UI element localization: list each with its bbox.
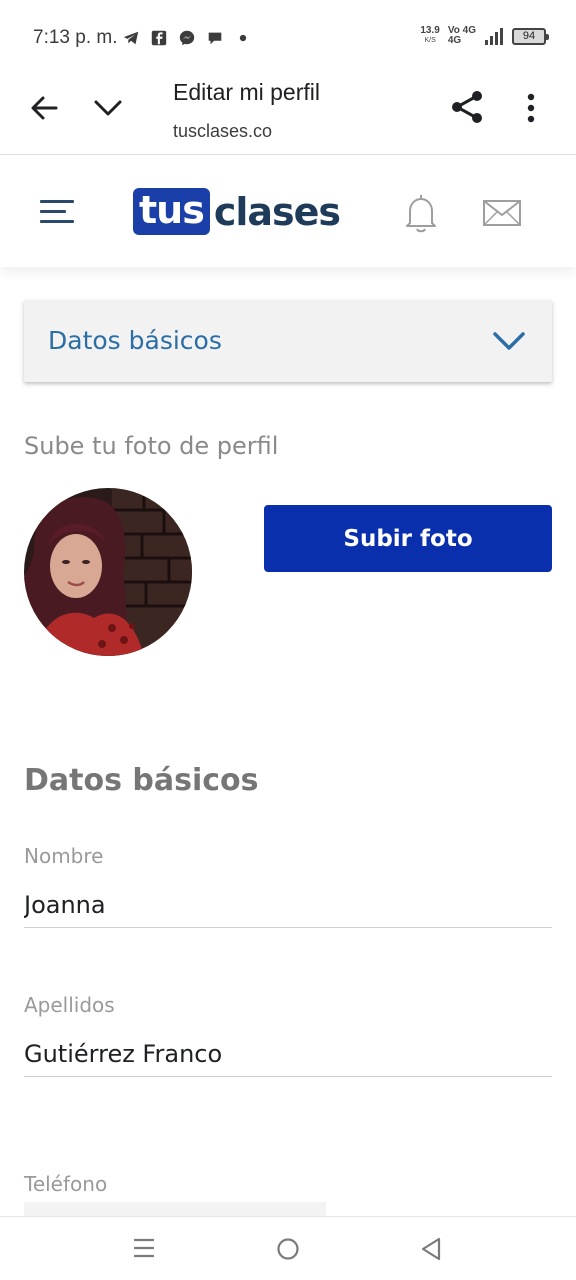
notification-icons: [122, 27, 252, 49]
share-icon[interactable]: [448, 88, 486, 126]
home-icon[interactable]: [276, 1237, 300, 1261]
signal-icon: [485, 28, 503, 45]
avatar: [24, 488, 192, 656]
mail-icon[interactable]: [482, 199, 522, 227]
phone-field[interactable]: [24, 1202, 326, 1216]
last-name-label: Apellidos: [24, 993, 115, 1017]
basic-data-accordion[interactable]: Datos básicos: [24, 300, 552, 382]
section-title: Datos básicos: [24, 763, 259, 798]
first-name-label: Nombre: [24, 844, 104, 868]
net-speed-value: 13.9: [420, 25, 440, 36]
first-name-field[interactable]: [24, 882, 552, 928]
telegram-icon: [123, 31, 139, 45]
page-title: Editar mi perfil: [173, 79, 320, 105]
site-header: tus clases: [0, 155, 576, 267]
accordion-label: Datos básicos: [48, 326, 222, 355]
logo-box: tus: [133, 188, 210, 235]
site-logo[interactable]: tus clases: [133, 188, 341, 235]
page-url: tusclases.co: [173, 121, 273, 141]
chevron-down-icon[interactable]: [90, 90, 126, 126]
bell-icon[interactable]: [402, 193, 440, 233]
more-options-icon[interactable]: [516, 90, 546, 126]
browser-toolbar: Editar mi perfil tusclases.co: [0, 76, 576, 155]
volte-bottom: 4G: [447, 35, 462, 46]
status-bar: 7:13 p. m. 13.9 K/S Vo 4G 4G 94: [0, 0, 576, 76]
volte-indicator: Vo 4G 4G: [448, 26, 476, 46]
last-name-field[interactable]: [24, 1031, 552, 1077]
chevron-down-icon: [493, 332, 525, 350]
chat-icon: [208, 32, 222, 45]
status-time: 7:13 p. m.: [33, 27, 118, 48]
dot-icon: [239, 34, 247, 42]
logo-text: clases: [213, 189, 341, 234]
net-speed-unit: K/S: [424, 37, 436, 44]
upload-photo-button[interactable]: Subir foto: [264, 505, 552, 572]
battery-icon: 94: [512, 27, 549, 45]
back-arrow-icon[interactable]: [26, 90, 62, 126]
hamburger-menu-icon[interactable]: [40, 200, 74, 224]
facebook-icon: [151, 30, 167, 46]
status-right-icons: 13.9 K/S Vo 4G 4G 94: [420, 26, 549, 46]
phone-label: Teléfono: [24, 1172, 108, 1196]
net-speed: 13.9 K/S: [420, 26, 439, 46]
back-triangle-icon[interactable]: [420, 1236, 442, 1262]
photo-upload-label: Sube tu foto de perfil: [24, 432, 279, 460]
messenger-icon: [179, 30, 195, 46]
recent-apps-icon[interactable]: [133, 1237, 155, 1259]
system-nav-bar: [0, 1216, 576, 1280]
